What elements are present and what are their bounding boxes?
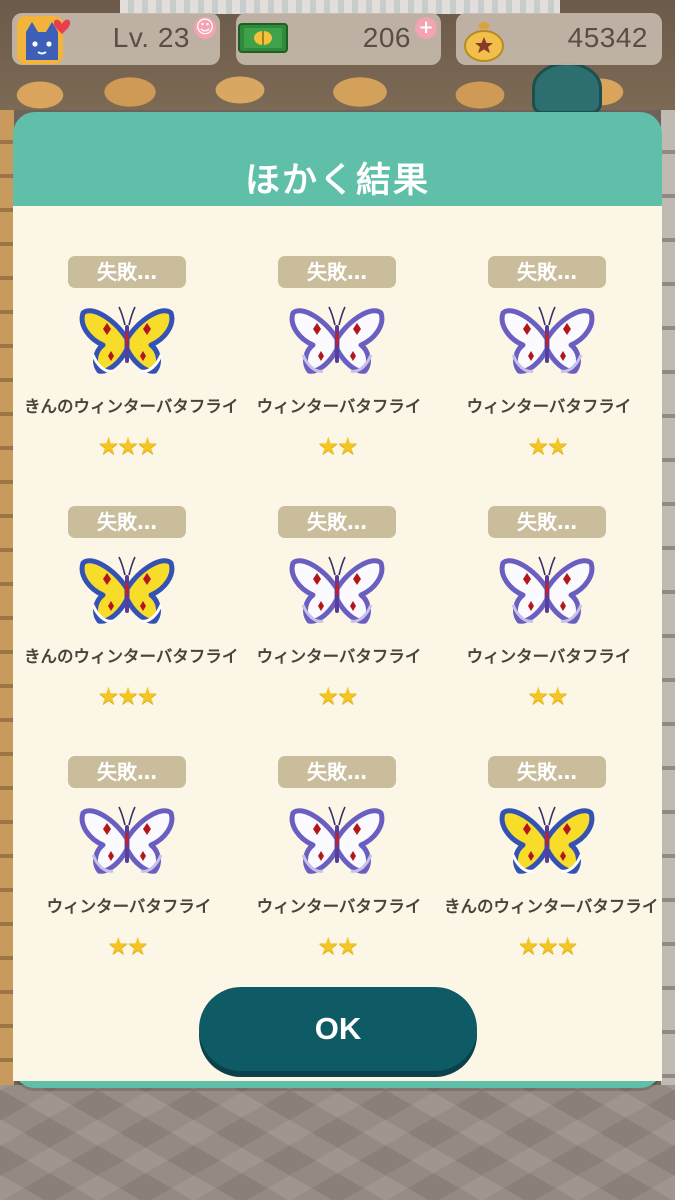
result-status-badge: 失敗… xyxy=(488,756,606,788)
level-info-icon[interactable]: ☺ xyxy=(194,17,216,39)
winter-butterfly-icon xyxy=(289,306,385,374)
rarity-stars: ★★★ xyxy=(517,932,579,960)
background-left-path xyxy=(0,110,14,1085)
cat-face-icon xyxy=(17,16,71,64)
bells-count: 45342 xyxy=(567,22,648,53)
result-status-badge: 失敗… xyxy=(488,506,606,538)
rarity-stars: ★★★ xyxy=(97,432,159,460)
result-item: 失敗… きんのウィンターバタフライ ★★★ xyxy=(24,506,240,756)
bug-name: ウィンターバタフライ xyxy=(46,897,212,916)
result-item: 失敗… きんのウィンターバタフライ ★★★ xyxy=(444,756,660,1006)
bell-bag-icon xyxy=(464,22,504,62)
rarity-stars: ★★ xyxy=(107,932,148,960)
result-item: 失敗… ウィンターバタフライ ★★ xyxy=(240,506,450,756)
rarity-stars: ★★ xyxy=(317,682,358,710)
result-status-badge: 失敗… xyxy=(68,756,186,788)
ok-button[interactable]: OK xyxy=(199,987,477,1071)
result-item: 失敗… ウィンターバタフライ ★★ xyxy=(240,256,450,506)
bug-name: きんのウィンターバタフライ xyxy=(24,397,239,416)
winter-butterfly-icon xyxy=(79,806,175,874)
level-value: Lv. 23 xyxy=(112,22,190,53)
result-item: 失敗… きんのウィンターバタフライ ★★★ xyxy=(24,256,240,506)
winter-butterfly-icon xyxy=(499,556,595,624)
bug-name: ウィンターバタフライ xyxy=(256,647,422,666)
bells-display[interactable]: 45342 xyxy=(456,13,662,65)
bug-name: ウィンターバタフライ xyxy=(256,397,422,416)
result-status-badge: 失敗… xyxy=(278,256,396,288)
bug-name: ウィンターバタフライ xyxy=(256,897,422,916)
results-grid: 失敗… きんのウィンターバタフライ ★★★ 失敗… ウィンターバタフライ ★★ … xyxy=(24,256,660,1006)
rarity-stars: ★★ xyxy=(317,432,358,460)
bug-name: きんのウィンターバタフライ xyxy=(24,647,239,666)
winter-butterfly-icon xyxy=(289,806,385,874)
result-status-badge: 失敗… xyxy=(278,756,396,788)
leaf-ticket-icon xyxy=(238,23,288,53)
rarity-stars: ★★★ xyxy=(97,682,159,710)
result-item: 失敗… ウィンターバタフライ ★★ xyxy=(450,506,660,756)
background-tiles xyxy=(0,1085,675,1200)
result-status-badge: 失敗… xyxy=(68,256,186,288)
bug-name: きんのウィンターバタフライ xyxy=(444,897,659,916)
background-right-path xyxy=(661,110,675,1085)
result-item: 失敗… ウィンターバタフライ ★★ xyxy=(450,256,660,506)
golden-winter-butterfly-icon xyxy=(79,556,175,624)
golden-winter-butterfly-icon xyxy=(499,806,595,874)
background-snow xyxy=(120,0,560,14)
result-item: 失敗… ウィンターバタフライ ★★ xyxy=(30,756,240,1006)
result-status-badge: 失敗… xyxy=(278,506,396,538)
winter-butterfly-icon xyxy=(499,306,595,374)
catch-results-modal: ほかく結果 失敗… きんのウィンターバタフライ ★★★ 失敗… ウィンターバタフ… xyxy=(13,112,662,1088)
bug-name: ウィンターバタフライ xyxy=(466,397,632,416)
leaf-ticket-count: 206 xyxy=(362,22,411,53)
winter-butterfly-icon xyxy=(289,556,385,624)
result-status-badge: 失敗… xyxy=(488,256,606,288)
leaf-ticket-display[interactable]: 206 + xyxy=(236,13,441,65)
level-display[interactable]: Lv. 23 ☺ xyxy=(12,13,220,65)
add-tickets-plus-icon[interactable]: + xyxy=(415,17,437,39)
bug-name: ウィンターバタフライ xyxy=(466,647,632,666)
rarity-stars: ★★ xyxy=(527,682,568,710)
result-status-badge: 失敗… xyxy=(68,506,186,538)
results-panel: 失敗… きんのウィンターバタフライ ★★★ 失敗… ウィンターバタフライ ★★ … xyxy=(13,206,662,1081)
background-lamp xyxy=(532,62,602,114)
rarity-stars: ★★ xyxy=(527,432,568,460)
modal-title: ほかく結果 xyxy=(244,161,430,201)
rarity-stars: ★★ xyxy=(317,932,358,960)
golden-winter-butterfly-icon xyxy=(79,306,175,374)
result-item: 失敗… ウィンターバタフライ ★★ xyxy=(240,756,450,1006)
